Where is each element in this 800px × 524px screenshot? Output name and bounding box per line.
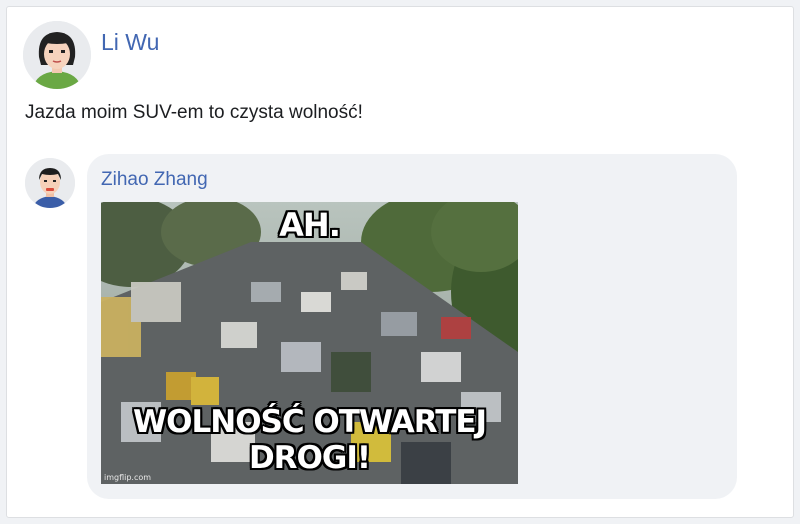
meme-image[interactable]: AH. WOLNOŚĆ OTWARTEJ DROGI! imgflip.com (101, 202, 518, 484)
meme-top-text: AH. (279, 206, 341, 244)
comment-bubble: Zihao Zhang AH. WOLNOŚĆ OTWARTEJ DROGI! … (87, 154, 737, 499)
post-text: Jazda moim SUV-em to czysta wolność! (25, 102, 363, 123)
post-card: Li Wu Jazda moim SUV-em to czysta wolnoś… (6, 6, 794, 518)
man-avatar-icon (25, 158, 75, 208)
meme-watermark: imgflip.com (104, 473, 152, 482)
commenter-avatar[interactable] (25, 158, 75, 208)
commenter-name[interactable]: Zihao Zhang (101, 169, 208, 191)
woman-avatar-icon (23, 21, 91, 89)
author-avatar[interactable] (23, 21, 91, 89)
post-author-name[interactable]: Li Wu (101, 29, 159, 56)
meme-bottom-text: WOLNOŚĆ OTWARTEJ DROGI! (132, 404, 487, 476)
